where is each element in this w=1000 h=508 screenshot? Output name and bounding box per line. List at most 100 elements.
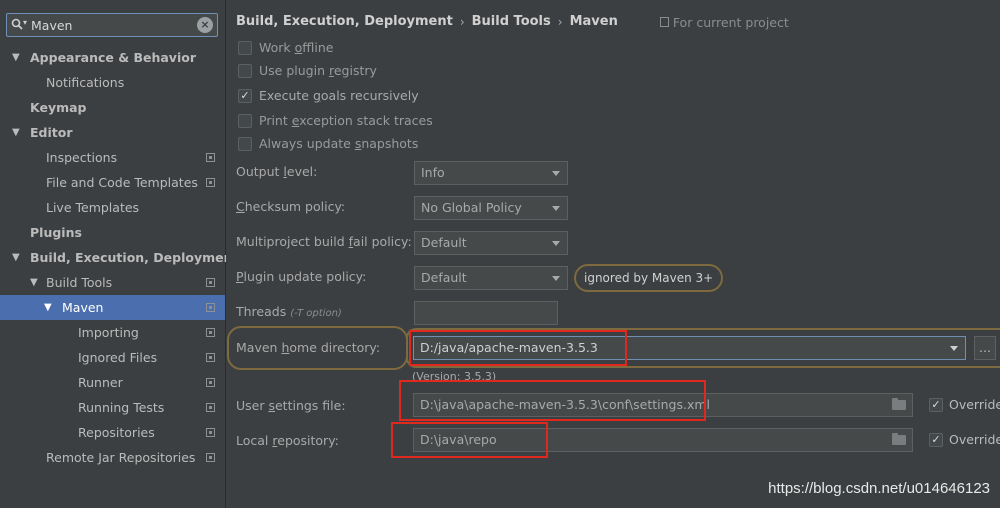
- output-level-select[interactable]: Info: [414, 161, 568, 185]
- tree-item-label: Build, Execution, Deployment: [30, 250, 239, 265]
- checksum-policy-value: No Global Policy: [421, 200, 522, 215]
- expand-arrow-icon[interactable]: ▼: [12, 120, 20, 145]
- override-label: Override: [949, 432, 1000, 447]
- dropdown-arrow-icon[interactable]: [950, 346, 958, 351]
- output-level-label: Output level:: [236, 164, 318, 179]
- override-user-settings-checkbox[interactable]: ✓: [929, 398, 943, 412]
- plugin-update-policy-select[interactable]: Default: [414, 266, 568, 290]
- project-scope-icon: [206, 428, 215, 437]
- tree-item-label: Maven: [62, 300, 104, 315]
- output-level-value: Info: [421, 165, 445, 180]
- project-scope-icon: [206, 303, 215, 312]
- breadcrumb-separator: ›: [459, 14, 465, 29]
- tree-item-label: Keymap: [30, 100, 87, 115]
- threads-label: Threads (-T option): [236, 304, 342, 319]
- tree-item-runner[interactable]: Runner: [0, 370, 225, 395]
- checksum-policy-select[interactable]: No Global Policy: [414, 196, 568, 220]
- project-scope-icon: [206, 403, 215, 412]
- project-scope-icon: [659, 17, 669, 27]
- checksum-policy-label: Checksum policy:: [236, 199, 346, 214]
- dropdown-arrow-icon[interactable]: [552, 171, 560, 176]
- annotation-box-local-repository: [391, 422, 548, 458]
- fail-policy-label: Multiproject build fail policy:: [236, 234, 412, 249]
- plugin-registry-checkbox[interactable]: [238, 64, 252, 78]
- execute-goals-checkbox[interactable]: ✓: [238, 89, 252, 103]
- project-scope-icon: [206, 178, 215, 187]
- fail-policy-value: Default: [421, 235, 467, 250]
- folder-icon[interactable]: [892, 398, 906, 410]
- tree-item-maven[interactable]: ▼ Maven: [0, 295, 225, 320]
- plugin-update-policy-value: Default: [421, 270, 467, 285]
- project-scope-icon: [206, 278, 215, 287]
- maven-version-label: (Version: 3.5.3): [412, 370, 497, 380]
- update-snapshots-label: Always update snapshots: [259, 136, 419, 151]
- search-input[interactable]: [31, 16, 191, 34]
- threads-input[interactable]: [414, 301, 558, 325]
- tree-item-live-templates[interactable]: Live Templates: [0, 195, 225, 220]
- tree-item-label: Notifications: [46, 75, 125, 90]
- tree-item-repositories[interactable]: Repositories: [0, 420, 225, 445]
- search-icon[interactable]: ▾: [11, 18, 31, 32]
- tree-item-label: Appearance & Behavior: [30, 50, 196, 65]
- tree-item-inspections[interactable]: Inspections: [0, 145, 225, 170]
- maven-settings-panel: Build, Execution, Deployment › Build Tools…: [226, 0, 1000, 508]
- tree-item-label: Editor: [30, 125, 73, 140]
- breadcrumb-item: Build Tools: [471, 14, 551, 29]
- tree-item-label: Ignored Files: [78, 350, 158, 365]
- tree-item-plugins[interactable]: Plugins: [0, 220, 225, 245]
- tree-item-label: Inspections: [46, 150, 118, 165]
- project-scope-icon: [206, 453, 215, 462]
- settings-sidebar: ▾ × ▼ Appearance & Behavior Notification…: [0, 0, 238, 508]
- execute-goals-label: Execute goals recursively: [259, 88, 419, 103]
- tree-item-build-execution-deployment[interactable]: ▼ Build, Execution, Deployment: [0, 245, 238, 270]
- print-exception-label: Print exception stack traces: [259, 113, 433, 128]
- settings-search-box[interactable]: ▾ ×: [6, 13, 218, 37]
- project-scope-icon: [206, 353, 215, 362]
- maven3-note-badge: ignored by Maven 3+: [574, 264, 724, 292]
- tree-item-label: Remote Jar Repositories: [46, 450, 196, 465]
- folder-icon[interactable]: [892, 433, 906, 445]
- tree-item-notifications[interactable]: Notifications: [0, 70, 225, 95]
- clear-search-icon[interactable]: ×: [197, 17, 213, 33]
- expand-arrow-icon[interactable]: ▼: [30, 270, 38, 295]
- breadcrumb-item: Build, Execution, Deployment: [236, 14, 453, 29]
- user-settings-label: User settings file:: [236, 398, 346, 413]
- tree-item-importing[interactable]: Importing: [0, 320, 225, 345]
- maven-home-label: Maven home directory:: [236, 340, 381, 355]
- plugin-update-policy-label: Plugin update policy:: [236, 269, 367, 284]
- tree-item-label: File and Code Templates: [46, 175, 198, 190]
- update-snapshots-checkbox[interactable]: [238, 137, 252, 151]
- work-offline-label: Work offline: [259, 40, 334, 55]
- tree-item-build-tools[interactable]: ▼ Build Tools: [0, 270, 225, 295]
- tree-item-file-code-templates[interactable]: File and Code Templates: [0, 170, 225, 195]
- override-local-repo-checkbox[interactable]: ✓: [929, 433, 943, 447]
- override-label: Override: [949, 397, 1000, 412]
- plugin-registry-label: Use plugin registry: [259, 63, 377, 78]
- annotation-box-user-settings: [399, 380, 706, 421]
- tree-item-keymap[interactable]: Keymap: [0, 95, 225, 120]
- fail-policy-select[interactable]: Default: [414, 231, 568, 255]
- expand-arrow-icon[interactable]: ▼: [12, 245, 20, 270]
- expand-arrow-icon[interactable]: ▼: [12, 45, 20, 70]
- tree-item-appearance-behavior[interactable]: ▼ Appearance & Behavior: [0, 45, 225, 70]
- tree-item-running-tests[interactable]: Running Tests: [0, 395, 225, 420]
- dropdown-arrow-icon[interactable]: [552, 206, 560, 211]
- print-exception-checkbox[interactable]: [238, 114, 252, 128]
- project-scope-icon: [206, 328, 215, 337]
- dropdown-arrow-icon[interactable]: [552, 241, 560, 246]
- breadcrumb: Build, Execution, Deployment › Build Tools…: [236, 13, 789, 33]
- tree-item-label: Plugins: [30, 225, 82, 240]
- project-scope-note: For current project: [659, 14, 789, 30]
- tree-item-label: Repositories: [78, 425, 155, 440]
- work-offline-checkbox[interactable]: [238, 41, 252, 55]
- tree-item-label: Build Tools: [46, 275, 113, 290]
- breadcrumb-separator: ›: [557, 14, 563, 29]
- expand-arrow-icon[interactable]: ▼: [44, 295, 52, 320]
- dropdown-arrow-icon[interactable]: [552, 276, 560, 281]
- browse-maven-home-button[interactable]: ...: [974, 336, 996, 360]
- tree-item-editor[interactable]: ▼ Editor: [0, 120, 225, 145]
- source-watermark: https://blog.csdn.net/u014646123: [768, 480, 990, 497]
- tree-item-ignored-files[interactable]: Ignored Files: [0, 345, 225, 370]
- tree-item-remote-jar-repositories[interactable]: Remote Jar Repositories: [0, 445, 225, 470]
- annotation-box-maven-home: [409, 330, 627, 366]
